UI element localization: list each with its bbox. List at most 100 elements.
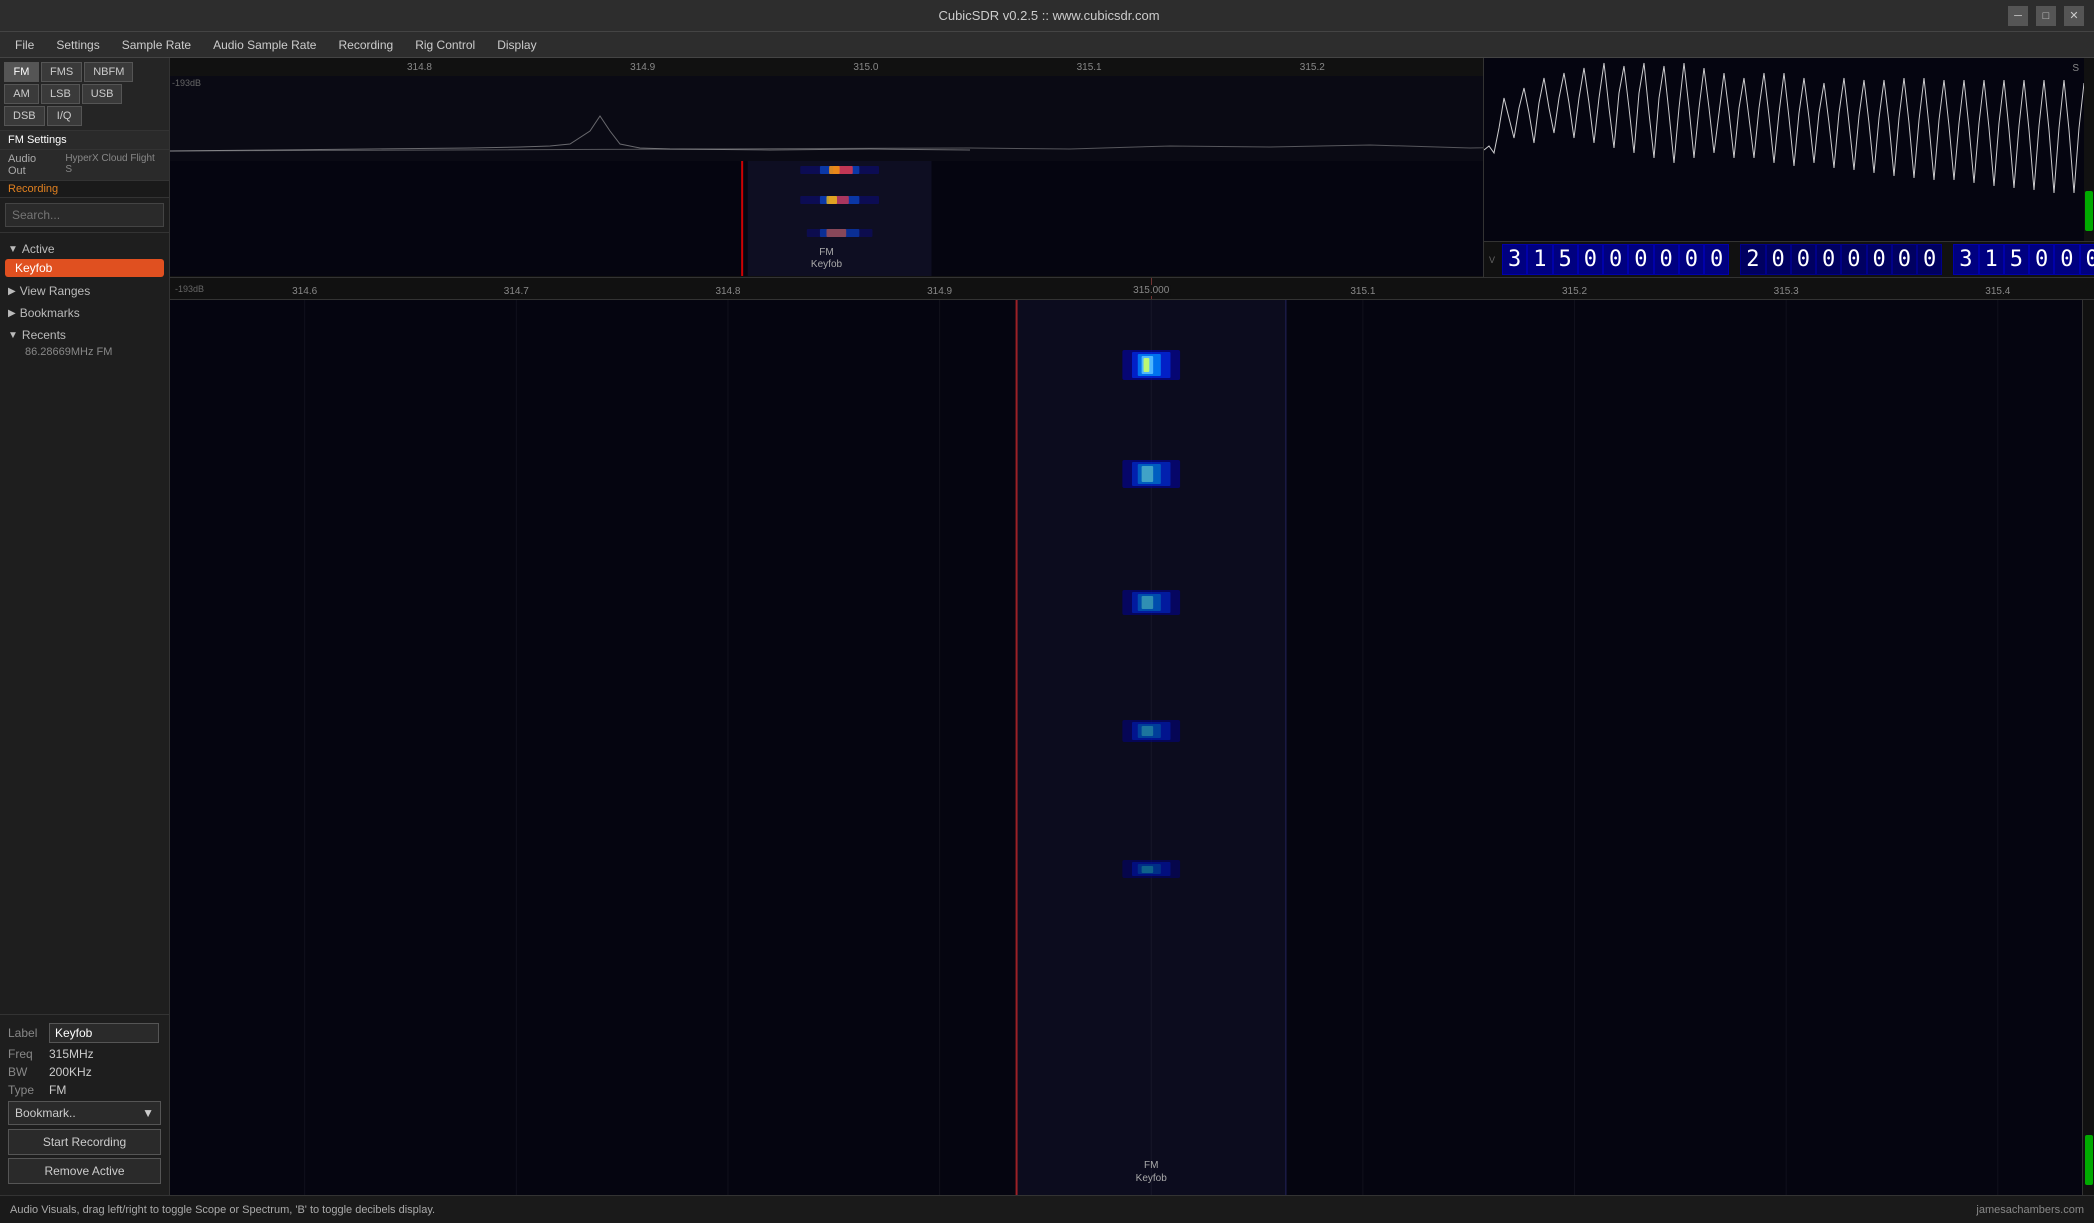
- sidebar-bottom: Label Freq 315MHz BW 200KHz Type FM Book…: [0, 1014, 169, 1195]
- view-ranges-header[interactable]: ▶ View Ranges: [0, 282, 169, 300]
- dropdown-arrow-icon: ▼: [142, 1106, 154, 1120]
- freq-row: Freq 315MHz: [8, 1047, 161, 1061]
- start-recording-button[interactable]: Start Recording: [8, 1129, 161, 1155]
- bw-value: 200KHz: [49, 1065, 92, 1079]
- scale-3152: 315.2: [1562, 286, 1587, 297]
- active-header[interactable]: ▼ Active: [0, 240, 169, 258]
- freq-digit-0a[interactable]: 0: [1578, 244, 1603, 275]
- menu-audio-sample-rate[interactable]: Audio Sample Rate: [203, 35, 326, 55]
- mode-buttons: FM FMS NBFM AM LSB USB DSB I/Q: [0, 58, 169, 131]
- recents-arrow: ▼: [8, 330, 18, 341]
- db-mini-label: -193dB: [175, 284, 204, 294]
- view-ranges-section: ▶ View Ranges: [0, 280, 169, 302]
- menu-settings[interactable]: Settings: [46, 35, 109, 55]
- main-layout: FM FMS NBFM AM LSB USB DSB I/Q FM Settin…: [0, 58, 2094, 1195]
- credit-label: jamesachambers.com: [1976, 1204, 2084, 1216]
- mode-dsb[interactable]: DSB: [4, 106, 45, 126]
- scale-3148: 314.8: [715, 286, 740, 297]
- statusbar: Audio Visuals, drag left/right to toggle…: [0, 1195, 2094, 1223]
- s-label: S: [2072, 63, 2079, 74]
- bandwidth-display[interactable]: 2 0 0 0 0 0 0 0: [1740, 244, 1942, 275]
- search-input[interactable]: [5, 203, 164, 227]
- freq-digit-0b[interactable]: 0: [1603, 244, 1628, 275]
- bookmarks-header[interactable]: ▶ Bookmarks: [0, 304, 169, 322]
- ctr-digit-0c[interactable]: 0: [2080, 244, 2094, 275]
- close-button[interactable]: ✕: [2064, 6, 2084, 26]
- bw-digit-2[interactable]: 2: [1740, 244, 1765, 275]
- waterfall-panel[interactable]: FMKeyfob: [170, 300, 2094, 1195]
- freq-labels-top-bar: 314.8 314.9 315.0 315.1 315.2: [170, 58, 1483, 76]
- active-section: ▼ Active Keyfob: [0, 238, 169, 280]
- ctr-digit-0a[interactable]: 0: [2029, 244, 2054, 275]
- fm-keyfob-label-spectrum: FMKeyfob: [811, 247, 842, 271]
- freq-digit-3[interactable]: 3: [1502, 244, 1527, 275]
- menu-recording[interactable]: Recording: [328, 35, 403, 55]
- mode-iq[interactable]: I/Q: [47, 106, 82, 126]
- menu-display[interactable]: Display: [487, 35, 546, 55]
- search-section: [0, 198, 169, 233]
- maximize-button[interactable]: □: [2036, 6, 2056, 26]
- ctr-digit-1[interactable]: 1: [1979, 244, 2004, 275]
- mode-fms[interactable]: FMS: [41, 62, 82, 82]
- fm-keyfob-label-waterfall: FMKeyfob: [1136, 1159, 1167, 1185]
- audio-out-tab[interactable]: Audio Out: [8, 153, 55, 177]
- frequency-display[interactable]: 3 1 5 0 0 0 0 0 0: [1502, 244, 1729, 275]
- menu-file[interactable]: File: [5, 35, 44, 55]
- titlebar: CubicSDR v0.2.5 :: www.cubicsdr.com ─ □ …: [0, 0, 2094, 32]
- freq-digit-0c[interactable]: 0: [1628, 244, 1653, 275]
- spectrum-area[interactable]: 314.8 314.9 315.0 315.1 315.2 -193dB: [170, 58, 1484, 277]
- minimize-button[interactable]: ─: [2008, 6, 2028, 26]
- bw-digit-0e[interactable]: 0: [1867, 244, 1892, 275]
- ctr-digit-5[interactable]: 5: [2004, 244, 2029, 275]
- mode-fm[interactable]: FM: [4, 62, 39, 82]
- bw-digit-0b[interactable]: 0: [1791, 244, 1816, 275]
- bookmark-dropdown[interactable]: Bookmark.. ▼: [8, 1101, 161, 1125]
- recents-header[interactable]: ▼ Recents: [0, 326, 169, 344]
- level-bar: [2085, 191, 2093, 231]
- recent-item-1[interactable]: 86.28669MHz FM: [0, 344, 169, 360]
- device-tab[interactable]: HyperX Cloud Flight S: [65, 153, 161, 177]
- bw-digit-0f[interactable]: 0: [1892, 244, 1917, 275]
- recents-label: Recents: [22, 328, 66, 342]
- waveform-svg: [1484, 58, 2094, 241]
- lower-area: FMKeyfob: [170, 300, 2094, 1195]
- recents-section: ▼ Recents 86.28669MHz FM: [0, 324, 169, 362]
- bw-digit-0a[interactable]: 0: [1766, 244, 1791, 275]
- mode-am[interactable]: AM: [4, 84, 39, 104]
- db-top-label: -193dB: [172, 78, 201, 88]
- freq-digit-5[interactable]: 5: [1553, 244, 1578, 275]
- ctr-digit-0b[interactable]: 0: [2054, 244, 2079, 275]
- spectrum-graph: -193dB: [170, 76, 1483, 161]
- scale-3149: 314.9: [927, 286, 952, 297]
- bw-digit-0d[interactable]: 0: [1841, 244, 1866, 275]
- center-freq-display[interactable]: 3 1 5 0 0 0 0 0 0 0: [1953, 244, 2094, 275]
- mode-usb[interactable]: USB: [82, 84, 123, 104]
- bw-digit-0c[interactable]: 0: [1816, 244, 1841, 275]
- freq-digit-1[interactable]: 1: [1527, 244, 1552, 275]
- bw-digit-0g[interactable]: 0: [1917, 244, 1942, 275]
- ctr-digit-3[interactable]: 3: [1953, 244, 1978, 275]
- recording-indicator: Recording: [0, 181, 169, 198]
- fm-settings-label[interactable]: FM Settings: [8, 134, 67, 146]
- menubar: File Settings Sample Rate Audio Sample R…: [0, 32, 2094, 58]
- main-waterfall-svg: [170, 300, 2094, 1195]
- bookmarks-tree: ▼ Active Keyfob ▶ View Ranges ▶ Bookmark…: [0, 233, 169, 1014]
- freq-digit-0d[interactable]: 0: [1654, 244, 1679, 275]
- label-row: Label: [8, 1023, 161, 1043]
- menu-rig-control[interactable]: Rig Control: [405, 35, 485, 55]
- freq-digit-0f[interactable]: 0: [1704, 244, 1729, 275]
- spectrum-svg: [170, 76, 1483, 161]
- bookmarks-arrow: ▶: [8, 308, 16, 319]
- center-315-label: 315.000: [1131, 285, 1171, 296]
- waterfall-level-bar: [2085, 1135, 2093, 1185]
- scale-3153: 315.3: [1774, 286, 1799, 297]
- mode-lsb[interactable]: LSB: [41, 84, 80, 104]
- scale-3147: 314.7: [504, 286, 529, 297]
- keyfob-item[interactable]: Keyfob: [5, 259, 164, 277]
- mode-nbfm[interactable]: NBFM: [84, 62, 133, 82]
- menu-sample-rate[interactable]: Sample Rate: [112, 35, 201, 55]
- remove-active-button[interactable]: Remove Active: [8, 1158, 161, 1184]
- freq-digit-0e[interactable]: 0: [1679, 244, 1704, 275]
- label-input[interactable]: [49, 1023, 159, 1043]
- window-controls[interactable]: ─ □ ✕: [2008, 6, 2084, 26]
